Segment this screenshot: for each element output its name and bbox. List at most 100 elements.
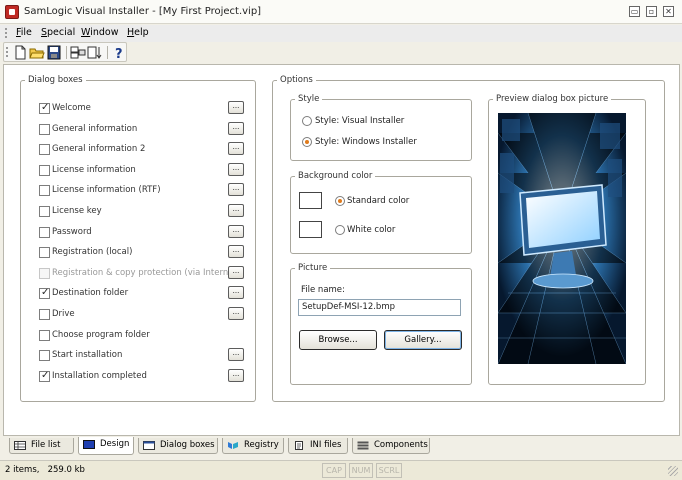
- dialog-label: General information 2: [52, 144, 146, 154]
- dialog-checkbox[interactable]: [39, 124, 50, 135]
- dialog-label: Choose program folder: [52, 330, 150, 340]
- dialog-settings-button[interactable]: ...: [228, 348, 244, 361]
- preview-picture: [498, 113, 626, 364]
- gallery-button[interactable]: Gallery...: [384, 330, 462, 350]
- dialog-checkbox[interactable]: [39, 144, 50, 155]
- browse-button[interactable]: Browse...: [299, 330, 377, 350]
- dialog-row: Destination folder: [39, 287, 244, 301]
- file-name-label: File name:: [301, 285, 345, 295]
- picture-legend: Picture: [295, 263, 331, 273]
- monitor-icon: [83, 440, 95, 449]
- tab-registry[interactable]: Registry: [222, 438, 284, 454]
- dialog-settings-button[interactable]: ...: [228, 183, 244, 196]
- save-disk-icon[interactable]: [46, 45, 62, 60]
- minimize-button[interactable]: ▭: [629, 6, 640, 17]
- menu-file-label: ile: [20, 27, 32, 38]
- open-folder-icon[interactable]: [29, 45, 45, 60]
- window-title: SamLogic Visual Installer - [My First Pr…: [24, 6, 262, 17]
- dialog-checkbox[interactable]: [39, 287, 50, 299]
- tab-ini-files[interactable]: INI files: [288, 438, 348, 454]
- menu-special[interactable]: Special: [41, 27, 75, 38]
- build-icon[interactable]: [70, 45, 86, 60]
- dialog-settings-button[interactable]: ...: [228, 245, 244, 258]
- dialog-checkbox[interactable]: [39, 165, 50, 176]
- style-visual-installer-radio[interactable]: [302, 116, 312, 126]
- dialog-settings-button[interactable]: ...: [228, 369, 244, 382]
- dialog-label: License key: [52, 206, 102, 216]
- ini-file-icon: [295, 441, 303, 450]
- white-color-label: White color: [347, 225, 396, 235]
- dialog-settings-button[interactable]: ...: [228, 307, 244, 320]
- dialog-checkbox[interactable]: [39, 102, 50, 114]
- style-windows-installer-radio[interactable]: [302, 137, 312, 147]
- tab-ini-files-label: INI files: [310, 440, 342, 450]
- dialog-settings-button[interactable]: ...: [228, 163, 244, 176]
- tab-registry-label: Registry: [244, 440, 279, 450]
- dialog-row: License information: [39, 164, 244, 178]
- menu-help[interactable]: Help: [127, 27, 149, 38]
- white-color-swatch: [299, 221, 322, 238]
- new-document-icon[interactable]: [12, 45, 28, 60]
- registry-icon: [228, 442, 238, 449]
- dialog-checkbox[interactable]: [39, 227, 50, 238]
- dialog-row: License key: [39, 205, 244, 219]
- menu-window-mnemonic: W: [81, 27, 91, 38]
- dialog-checkbox[interactable]: [39, 185, 50, 196]
- dialog-checkbox[interactable]: [39, 370, 50, 382]
- dialog-checkbox[interactable]: [39, 206, 50, 217]
- dialog-row: Drive: [39, 308, 244, 322]
- tab-components-label: Components: [374, 440, 428, 450]
- dialog-row: Welcome: [39, 102, 244, 116]
- dialog-settings-button[interactable]: ...: [228, 142, 244, 155]
- dialog-checkbox[interactable]: [39, 309, 50, 320]
- dialog-checkbox[interactable]: [39, 350, 50, 361]
- dialog-checkbox: [39, 268, 50, 279]
- tab-file-list-label: File list: [31, 440, 61, 450]
- status-bar: 2 items, 259.0 kb CAP NUM SCRL: [0, 460, 682, 480]
- menu-bar: File Special Window Help: [0, 25, 682, 42]
- menu-window[interactable]: Window: [81, 27, 118, 38]
- standard-color-swatch: [299, 192, 322, 209]
- toolbar-separator: [107, 46, 108, 59]
- menu-grip: [5, 28, 7, 38]
- status-text: 2 items, 259.0 kb: [5, 465, 85, 475]
- file-name-input[interactable]: SetupDef-MSI-12.bmp: [298, 299, 461, 316]
- dialog-settings-button[interactable]: ...: [228, 225, 244, 238]
- dialog-settings-button[interactable]: ...: [228, 204, 244, 217]
- style-windows-installer-label: Style: Windows Installer: [315, 137, 417, 147]
- dialog-checkbox[interactable]: [39, 247, 50, 258]
- dialog-label: Welcome: [52, 103, 91, 113]
- tab-components[interactable]: Components: [352, 438, 430, 454]
- help-icon[interactable]: ?: [111, 45, 127, 60]
- dialog-settings-button[interactable]: ...: [228, 286, 244, 299]
- menu-file[interactable]: File: [16, 27, 32, 38]
- menu-special-label: pecial: [47, 27, 76, 38]
- tab-dialog-boxes[interactable]: Dialog boxes: [138, 438, 218, 454]
- dialog-label: License information (RTF): [52, 185, 161, 195]
- dialog-label: General information: [52, 124, 138, 134]
- dialog-settings-button[interactable]: ...: [228, 122, 244, 135]
- background-color-legend: Background color: [295, 171, 376, 181]
- tab-file-list[interactable]: File list: [9, 438, 74, 454]
- dialog-row: Registration & copy protection (via Inte…: [39, 267, 244, 281]
- tab-design[interactable]: Design: [78, 437, 134, 455]
- table-icon: [14, 441, 26, 450]
- standard-color-label: Standard color: [347, 196, 410, 206]
- dialog-settings-button[interactable]: ...: [228, 101, 244, 114]
- dialog-settings-button[interactable]: ...: [228, 266, 244, 279]
- status-item-count: 2 items,: [5, 465, 40, 475]
- menu-help-label: elp: [134, 27, 149, 38]
- status-size: 259.0 kb: [47, 465, 85, 475]
- toolbar-grip: [6, 47, 8, 57]
- close-button[interactable]: ✕: [663, 6, 674, 17]
- dialog-label: License information: [52, 165, 136, 175]
- standard-color-radio[interactable]: [335, 196, 345, 206]
- dialog-checkbox[interactable]: [39, 330, 50, 341]
- dialog-row: Start installation: [39, 349, 244, 363]
- restore-button[interactable]: ▫: [646, 6, 657, 17]
- white-color-radio[interactable]: [335, 225, 345, 235]
- dialog-row: General information 2: [39, 143, 244, 157]
- resize-grip[interactable]: [668, 466, 678, 476]
- sort-icon[interactable]: [87, 45, 103, 60]
- toolbar: ?: [3, 42, 127, 62]
